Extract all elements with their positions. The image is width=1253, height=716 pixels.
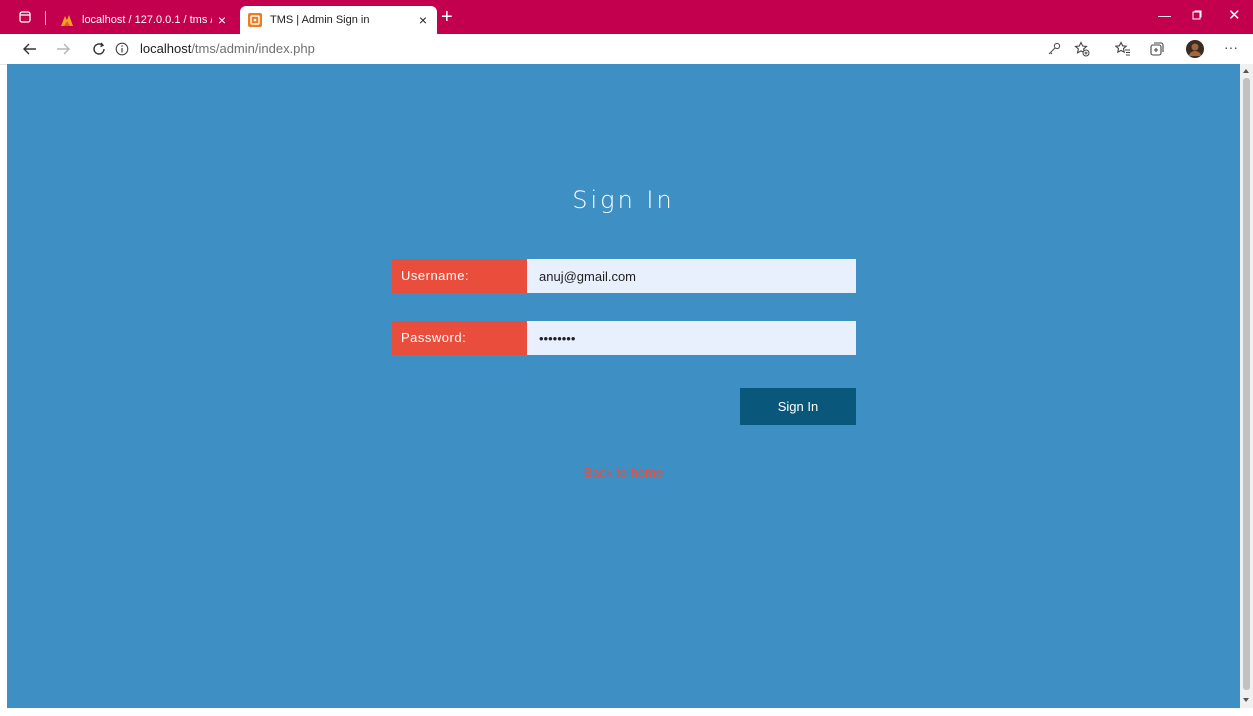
tab-admin-sign-in[interactable]: TMS | Admin Sign in × bbox=[240, 6, 437, 34]
page-scrollbar[interactable] bbox=[1240, 64, 1253, 708]
page-title: Sign In bbox=[572, 186, 675, 214]
username-label: Username: bbox=[392, 259, 534, 293]
sign-in-button[interactable]: Sign In bbox=[740, 388, 856, 425]
address-bar[interactable]: localhost/tms/admin/index.php bbox=[140, 41, 315, 56]
close-window-icon[interactable]: ✕ bbox=[1228, 6, 1241, 24]
tab-title: localhost / 127.0.0.1 / tms / tblus bbox=[82, 14, 212, 26]
username-row: Username: bbox=[392, 259, 856, 293]
phpmyadmin-icon bbox=[60, 13, 74, 27]
favorites-icon[interactable] bbox=[1114, 40, 1132, 58]
scroll-up-icon[interactable] bbox=[1243, 69, 1249, 73]
collections-icon[interactable] bbox=[1148, 40, 1166, 58]
password-label: Password: bbox=[392, 321, 534, 355]
browser-tab-strip: localhost / 127.0.0.1 / tms / tblus × TM… bbox=[0, 0, 1253, 34]
password-key-icon[interactable] bbox=[1045, 40, 1063, 58]
scrollbar-thumb[interactable] bbox=[1243, 78, 1250, 690]
back-arrow-icon[interactable] bbox=[21, 40, 39, 58]
scroll-down-icon[interactable] bbox=[1243, 698, 1249, 702]
url-path: /tms/admin/index.php bbox=[191, 41, 315, 56]
add-favorite-icon[interactable] bbox=[1073, 40, 1091, 58]
close-icon[interactable]: × bbox=[413, 12, 433, 28]
back-to-home-link[interactable]: Back to home bbox=[7, 465, 1240, 480]
new-tab-button[interactable]: + bbox=[441, 7, 453, 27]
page-content: Sign In Username: Password: Sign In Back… bbox=[7, 64, 1240, 708]
browser-toolbar: localhost/tms/admin/index.php ··· bbox=[0, 34, 1253, 65]
tab-phpmyadmin[interactable]: localhost / 127.0.0.1 / tms / tblus × bbox=[52, 6, 236, 34]
tab-title: TMS | Admin Sign in bbox=[270, 14, 370, 26]
password-input[interactable] bbox=[527, 321, 856, 355]
site-info-icon[interactable] bbox=[113, 40, 131, 58]
tab-separator bbox=[45, 11, 46, 25]
tms-favicon-icon bbox=[248, 13, 262, 27]
tab-actions-icon[interactable] bbox=[14, 6, 36, 28]
profile-avatar-icon[interactable] bbox=[1186, 40, 1204, 58]
url-host: localhost bbox=[140, 41, 192, 56]
username-input[interactable] bbox=[527, 259, 856, 293]
forward-arrow-icon[interactable] bbox=[54, 40, 72, 58]
restore-icon[interactable] bbox=[1192, 8, 1202, 23]
minimize-icon[interactable]: — bbox=[1158, 8, 1171, 23]
close-icon[interactable]: × bbox=[212, 12, 232, 28]
refresh-icon[interactable] bbox=[90, 40, 108, 58]
password-row: Password: bbox=[392, 321, 856, 355]
window-bottom-edge bbox=[0, 708, 1253, 716]
more-menu-icon[interactable]: ··· bbox=[1222, 38, 1240, 56]
